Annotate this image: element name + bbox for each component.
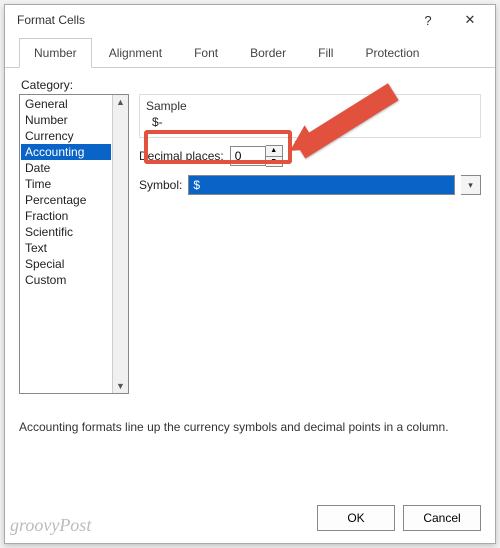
right-panel: Sample $- Decimal places: ▲ ▼ Symbol: <box>139 94 481 394</box>
decimal-input[interactable] <box>230 146 266 166</box>
category-accounting[interactable]: Accounting <box>21 144 111 160</box>
category-fraction[interactable]: Fraction <box>21 208 111 224</box>
sample-value: $- <box>146 115 474 129</box>
tab-number[interactable]: Number <box>19 38 92 68</box>
tab-protection[interactable]: Protection <box>350 38 434 68</box>
format-cells-dialog: Format Cells ? ✕ Number Alignment Font B… <box>4 4 496 544</box>
category-number[interactable]: Number <box>21 112 111 128</box>
description-text: Accounting formats line up the currency … <box>19 420 449 434</box>
category-date[interactable]: Date <box>21 160 111 176</box>
symbol-label: Symbol: <box>139 178 182 192</box>
tab-strip: Number Alignment Font Border Fill Protec… <box>5 37 495 68</box>
spinner-down-icon[interactable]: ▼ <box>266 156 282 166</box>
category-scrollbar[interactable]: ▲ ▼ <box>112 95 128 393</box>
symbol-value: $ <box>193 178 200 192</box>
category-time[interactable]: Time <box>21 176 111 192</box>
ok-button[interactable]: OK <box>317 505 395 531</box>
tab-border[interactable]: Border <box>235 38 301 68</box>
decimal-row: Decimal places: ▲ ▼ <box>139 145 481 167</box>
watermark: groovyPost <box>10 515 91 536</box>
decimal-spinner: ▲ ▼ <box>266 145 283 167</box>
category-currency[interactable]: Currency <box>21 128 111 144</box>
content-area: Category: General Number Currency Accoun… <box>5 68 495 394</box>
decimal-input-group: ▲ ▼ <box>230 145 283 167</box>
help-button[interactable]: ? <box>407 5 449 35</box>
category-general[interactable]: General <box>21 96 111 112</box>
category-list[interactable]: General Number Currency Accounting Date … <box>20 95 112 393</box>
titlebar: Format Cells ? ✕ <box>5 5 495 35</box>
sample-label: Sample <box>146 99 474 113</box>
tab-fill[interactable]: Fill <box>303 38 348 68</box>
category-special[interactable]: Special <box>21 256 111 272</box>
close-button[interactable]: ✕ <box>449 5 491 35</box>
category-label: Category: <box>21 78 481 92</box>
window-title: Format Cells <box>17 13 407 27</box>
tab-font[interactable]: Font <box>179 38 233 68</box>
sample-box: Sample $- <box>139 94 481 138</box>
category-scientific[interactable]: Scientific <box>21 224 111 240</box>
spinner-up-icon[interactable]: ▲ <box>266 146 282 156</box>
category-custom[interactable]: Custom <box>21 272 111 288</box>
scroll-down-icon[interactable]: ▼ <box>116 379 125 393</box>
scroll-up-icon[interactable]: ▲ <box>116 95 125 109</box>
main-row: General Number Currency Accounting Date … <box>19 94 481 394</box>
symbol-row: Symbol: $ ▾ <box>139 175 481 195</box>
cancel-button[interactable]: Cancel <box>403 505 481 531</box>
symbol-select[interactable]: $ <box>188 175 455 195</box>
category-percentage[interactable]: Percentage <box>21 192 111 208</box>
chevron-down-icon: ▾ <box>468 180 473 191</box>
symbol-dropdown-icon[interactable]: ▾ <box>461 175 481 195</box>
decimal-label: Decimal places: <box>139 149 224 163</box>
tab-alignment[interactable]: Alignment <box>94 38 177 68</box>
category-text[interactable]: Text <box>21 240 111 256</box>
category-box: General Number Currency Accounting Date … <box>19 94 129 394</box>
button-bar: OK Cancel <box>317 505 481 531</box>
